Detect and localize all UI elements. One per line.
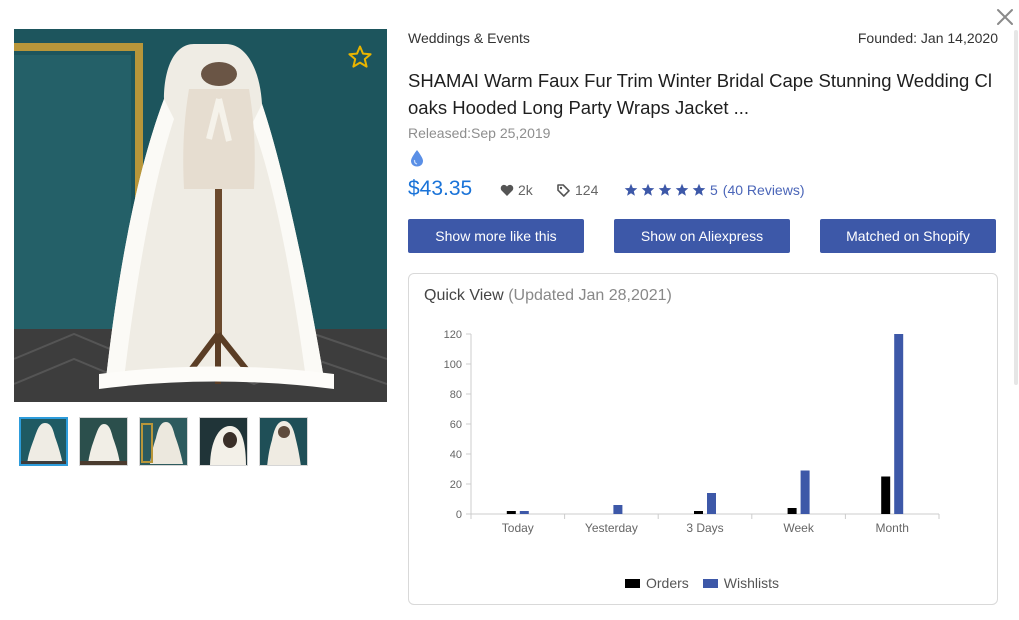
- tags-count: 124: [557, 182, 598, 198]
- y-tick-label: 40: [450, 449, 462, 461]
- legend-wishlists[interactable]: Wishlists: [702, 575, 780, 591]
- likes-count: 2k: [500, 182, 533, 198]
- y-tick-label: 80: [450, 389, 462, 401]
- scrollbar[interactable]: [1014, 30, 1018, 385]
- legend-wishlists-label: Wishlists: [723, 575, 780, 591]
- bar-orders: [506, 511, 516, 514]
- rating: 5 (40 Reviews): [624, 182, 805, 198]
- bar-orders: [694, 511, 703, 514]
- bar-wishlists: [894, 334, 904, 514]
- y-tick-label: 100: [444, 359, 462, 371]
- y-tick-label: 0: [456, 509, 462, 521]
- matched-on-shopify-button[interactable]: Matched on Shopify: [820, 219, 996, 253]
- bar-orders: [787, 508, 797, 514]
- heart-icon: [500, 184, 514, 196]
- star-icon: [641, 183, 655, 196]
- product-main-image: [14, 29, 387, 402]
- product-price: $43.35: [408, 177, 473, 200]
- bar-wishlists: [707, 493, 716, 514]
- close-icon[interactable]: [994, 6, 1016, 28]
- likes-value: 2k: [518, 182, 533, 198]
- x-tick-label: Today: [502, 521, 534, 535]
- chart-legend: Orders Wishlists: [625, 575, 779, 591]
- y-tick-label: 60: [450, 419, 462, 431]
- y-tick-label: 120: [444, 329, 462, 341]
- star-icon: [658, 183, 672, 196]
- star-icon: [692, 183, 706, 196]
- quick-view-panel: Quick View (Updated Jan 28,2021) 0 20 40 60…: [408, 273, 998, 605]
- thumbnail[interactable]: [199, 417, 248, 466]
- x-tick-label: Month: [876, 521, 909, 535]
- thumbnail[interactable]: [259, 417, 308, 466]
- thumbnail[interactable]: [19, 417, 68, 466]
- founded-date: Founded: Jan 14,2020: [857, 30, 998, 46]
- tag-icon: [557, 183, 570, 197]
- y-tick-label: 20: [450, 479, 462, 491]
- x-tick-label: Yesterday: [585, 521, 638, 535]
- star-icon: [675, 183, 689, 196]
- thumbnail[interactable]: [79, 417, 128, 466]
- bar-wishlists: [613, 505, 623, 514]
- show-on-aliexpress-button[interactable]: Show on Aliexpress: [614, 219, 790, 253]
- star-outline-icon[interactable]: [347, 44, 373, 70]
- x-tick-label: 3 Days: [686, 521, 723, 535]
- legend-orders-label: Orders: [646, 575, 689, 591]
- product-category: Weddings & Events: [408, 30, 530, 46]
- x-tick-label: Week: [783, 521, 814, 535]
- reviews-link[interactable]: (40 Reviews): [723, 182, 805, 198]
- tags-value: 124: [575, 182, 599, 198]
- bar-orders: [881, 476, 891, 514]
- legend-orders-swatch: [625, 578, 640, 588]
- bar-wishlists: [800, 470, 810, 514]
- legend-orders[interactable]: Orders: [625, 575, 689, 591]
- released-date: Released:Sep 25,2019: [408, 125, 551, 141]
- bar-wishlists: [519, 511, 529, 514]
- legend-wishlists-swatch: [702, 578, 718, 588]
- droplet-icon: [411, 150, 423, 167]
- product-title: SHAMAI Warm Faux Fur Trim Winter Bridal …: [408, 70, 992, 118]
- star-icon: [624, 183, 638, 196]
- thumbnail[interactable]: [139, 417, 188, 466]
- show-more-like-this-button[interactable]: Show more like this: [408, 219, 584, 253]
- thumbnail-strip: [19, 417, 308, 466]
- quick-view-chart: 0 20 40 60 80 100 120 Today Yesterday 3 Days Week M…: [444, 329, 940, 535]
- rating-count: 5: [710, 182, 718, 198]
